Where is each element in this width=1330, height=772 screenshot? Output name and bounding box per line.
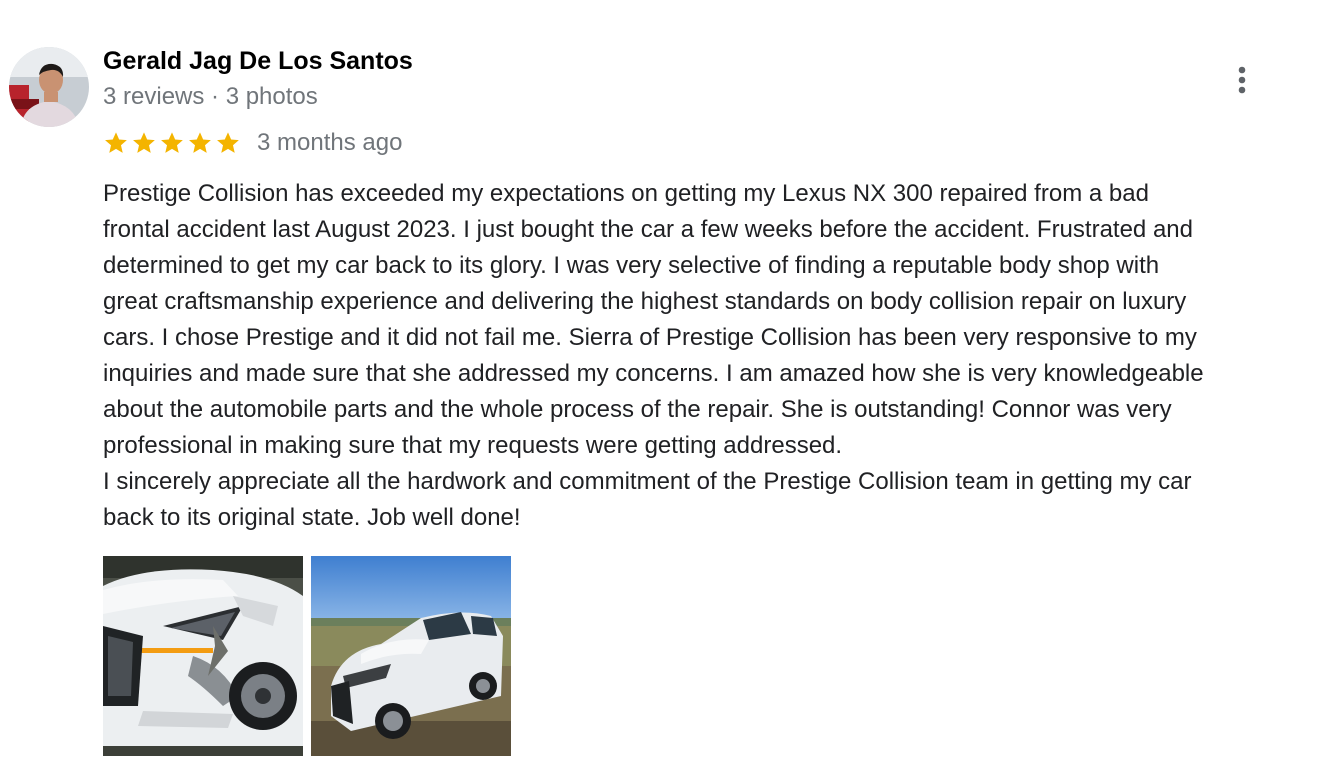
review-text-line: inquiries and made sure that she address… [103,360,1204,387]
review-photos [103,556,519,756]
author-meta: 3 reviews · 3 photos [103,83,318,110]
avatar-photo [9,47,89,127]
star-icon [161,132,183,153]
review-text-line: back to its original state. Job well don… [103,504,521,531]
review-text-line: about the automobile parts and the whole… [103,396,1172,423]
review-photo-damaged-car[interactable] [103,556,303,756]
more-options-button[interactable] [1222,60,1262,100]
star-icon [133,132,155,153]
damaged-car-photo [103,556,303,756]
repaired-car-photo [311,556,511,756]
review-text-line: I sincerely appreciate all the hardwork … [103,468,1192,495]
review-text-line: professional in making sure that my requ… [103,432,843,459]
review-text-line: frontal accident last August 2023. I jus… [103,216,1193,243]
star-icon [217,132,239,153]
star-icon [105,132,127,153]
author-avatar[interactable] [9,47,89,127]
review-date: 3 months ago [257,129,403,156]
review-photo-repaired-car[interactable] [311,556,511,756]
star-rating [103,130,243,156]
review-text-line: Prestige Collision has exceeded my expec… [103,180,1149,207]
review-text-line: great craftsmanship experience and deliv… [103,288,1187,315]
review-text-line: cars. I chose Prestige and it did not fa… [103,324,1197,351]
star-icon [189,132,211,153]
author-name[interactable]: Gerald Jag De Los Santos [103,47,413,76]
rating-row: 3 months ago [103,127,402,159]
review-body: Prestige Collision has exceeded my expec… [103,176,1313,536]
more-vert-icon [1238,66,1246,94]
review-text-line: determined to get my car back to its glo… [103,252,1160,279]
